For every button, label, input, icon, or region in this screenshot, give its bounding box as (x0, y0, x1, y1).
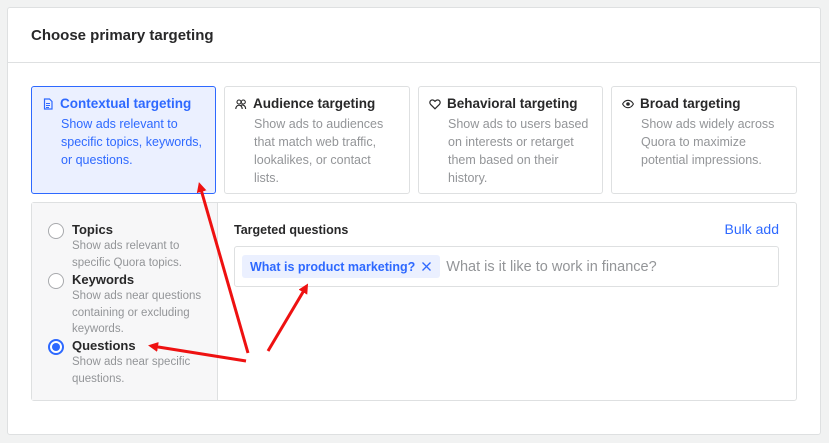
close-icon[interactable] (421, 261, 432, 272)
option-description: Show ads to users based on interests or … (448, 117, 589, 185)
option-description: Show ads relevant to specific topics, ke… (61, 117, 203, 167)
option-contextual-targeting[interactable]: Contextual targeting Show ads relevant t… (31, 86, 216, 194)
targeted-questions-label: Targeted questions (234, 223, 349, 237)
tag-label: What is product marketing? (250, 259, 416, 274)
option-title: Behavioral targeting (447, 96, 578, 111)
contextual-type-list: Topics Show ads relevant to specific Quo… (32, 203, 218, 400)
page-title: Choose primary targeting (31, 26, 214, 44)
heart-icon (429, 98, 441, 110)
option-title: Contextual targeting (60, 96, 192, 111)
option-description: Show ads to audiences that match web tra… (254, 117, 384, 185)
question-tag-input[interactable]: What is product marketing? (234, 246, 779, 287)
people-icon (235, 98, 247, 110)
radio-label: Keywords (72, 272, 135, 287)
option-description: Show ads widely across Quora to maximize… (641, 117, 775, 167)
targeted-questions-section: Targeted questions Bulk add What is prod… (218, 203, 796, 400)
radio-label: Questions (72, 338, 136, 353)
question-search-input[interactable] (446, 258, 778, 275)
option-title: Audience targeting (253, 96, 376, 111)
option-title: Broad targeting (640, 96, 741, 111)
radio-button-checked[interactable] (48, 339, 64, 355)
option-broad-targeting[interactable]: Broad targeting Show ads widely across Q… (611, 86, 797, 194)
radio-description: Show ads near specific questions. (72, 356, 191, 385)
document-icon (42, 98, 54, 110)
radio-label: Topics (72, 222, 113, 237)
contextual-targeting-panel: Topics Show ads relevant to specific Quo… (31, 202, 797, 401)
radio-description: Show ads relevant to specific Quora topi… (72, 240, 182, 269)
radio-button[interactable] (48, 273, 64, 289)
option-audience-targeting[interactable]: Audience targeting Show ads to audiences… (224, 86, 410, 194)
question-tag: What is product marketing? (242, 255, 441, 278)
bulk-add-link[interactable]: Bulk add (725, 221, 779, 237)
option-behavioral-targeting[interactable]: Behavioral targeting Show ads to users b… (418, 86, 603, 194)
eye-icon (622, 98, 634, 110)
radio-description: Show ads near questions containing or ex… (72, 290, 202, 335)
card-header: Choose primary targeting (8, 8, 820, 63)
radio-button[interactable] (48, 223, 64, 239)
